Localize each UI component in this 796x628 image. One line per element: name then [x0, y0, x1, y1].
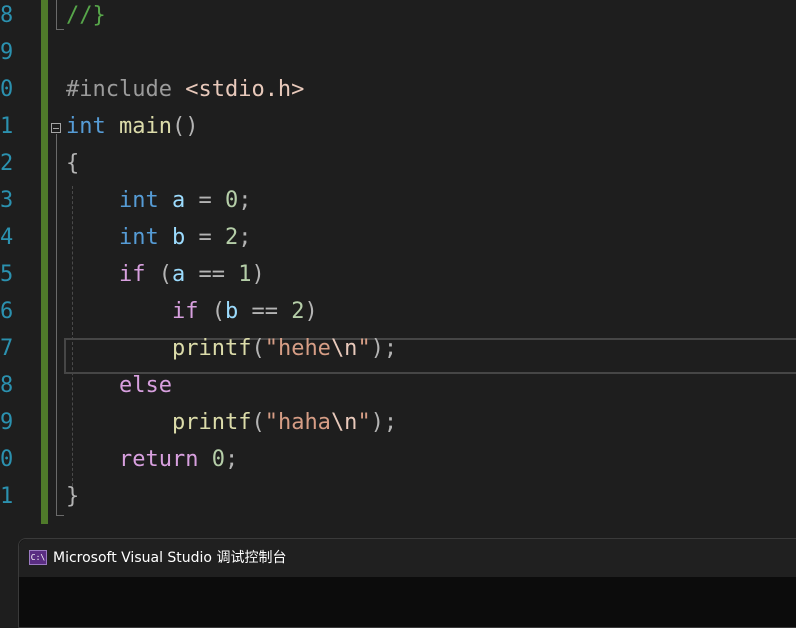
- code-token: (: [251, 410, 265, 435]
- code-token: }: [66, 484, 80, 509]
- code-token: "haha: [264, 410, 331, 435]
- code-token: #include: [66, 77, 186, 102]
- code-token: ==: [238, 299, 292, 324]
- code-token: ==: [185, 262, 239, 287]
- line-number: 4: [0, 225, 14, 250]
- code-line[interactable]: //}: [66, 0, 106, 34]
- code-token: if: [171, 299, 199, 324]
- code-token: (: [198, 299, 225, 324]
- code-line[interactable]: }: [66, 478, 79, 515]
- line-number: 9: [0, 40, 14, 65]
- line-number: 0: [0, 77, 14, 102]
- code-editor[interactable]: 89012345678901 //} #include <stdio.h> int …: [0, 0, 796, 540]
- code-token: =: [185, 225, 225, 250]
- console-title: Microsoft Visual Studio 调试控制台: [53, 550, 287, 566]
- code-token: ;: [238, 225, 252, 250]
- code-token: );: [370, 410, 398, 435]
- code-token: 0: [224, 188, 239, 213]
- code-line[interactable]: int a = 0;: [66, 182, 252, 219]
- code-token: ): [251, 262, 265, 287]
- code-token: int: [66, 114, 106, 139]
- debug-console-window[interactable]: C:\ Microsoft Visual Studio 调试控制台: [18, 538, 796, 628]
- code-token: {: [66, 151, 80, 176]
- line-number: 1: [0, 484, 14, 509]
- code-line[interactable]: printf("hehe\n");: [66, 330, 397, 367]
- code-line[interactable]: int main(): [66, 108, 198, 145]
- code-line[interactable]: int b = 2;: [66, 219, 252, 256]
- code-token: (: [145, 262, 172, 287]
- line-number: 0: [0, 447, 14, 472]
- line-number: 5: [0, 262, 14, 287]
- code-token: int: [118, 225, 159, 250]
- code-token: printf: [171, 410, 252, 435]
- code-token: printf: [171, 336, 252, 361]
- code-token: 0: [211, 447, 225, 472]
- fold-guide-top: [56, 0, 57, 29]
- console-icon: C:\: [29, 550, 47, 565]
- change-tracking-bar: [41, 0, 48, 524]
- code-token: ;: [224, 447, 239, 472]
- code-token: (: [251, 336, 265, 361]
- line-number: 2: [0, 151, 14, 176]
- code-token: "hehe: [264, 336, 331, 361]
- fold-guide-line: [56, 134, 57, 516]
- code-token: 2: [224, 225, 239, 250]
- code-token: int: [118, 188, 159, 213]
- code-token: else: [118, 373, 172, 398]
- code-token: <stdio.h>: [185, 77, 305, 102]
- code-token: \n: [330, 410, 358, 435]
- code-token: a: [171, 188, 186, 213]
- fold-guide-end: [56, 515, 64, 516]
- code-token: );: [370, 336, 398, 361]
- code-token: =: [185, 188, 225, 213]
- line-number: 8: [0, 373, 14, 398]
- console-titlebar[interactable]: C:\ Microsoft Visual Studio 调试控制台: [19, 539, 796, 577]
- code-token: \n: [330, 336, 358, 361]
- line-number: 7: [0, 336, 14, 361]
- line-number: 3: [0, 188, 14, 213]
- code-token: a: [171, 262, 186, 287]
- code-token: //}: [66, 3, 106, 28]
- code-token: if: [118, 262, 146, 287]
- code-token: (): [171, 114, 199, 139]
- code-line[interactable]: printf("haha\n");: [66, 404, 397, 441]
- line-number: 1: [0, 114, 14, 139]
- code-token: b: [224, 299, 239, 324]
- code-token: ": [357, 410, 371, 435]
- code-line[interactable]: if (a == 1): [66, 256, 265, 293]
- code-token: 1: [238, 262, 252, 287]
- code-token: b: [171, 225, 186, 250]
- code-token: ): [304, 299, 318, 324]
- code-line[interactable]: if (b == 2): [66, 293, 318, 330]
- code-line[interactable]: return 0;: [66, 441, 238, 478]
- code-token: main: [119, 114, 172, 139]
- code-line[interactable]: {: [66, 145, 79, 182]
- fold-guide-top-end: [56, 29, 64, 30]
- code-line[interactable]: #include <stdio.h>: [66, 71, 304, 108]
- line-number-gutter: 8 9 0 1 2 3 4 5 6 7 8 9 0 1: [0, 0, 40, 540]
- collapse-minus-box-icon[interactable]: [51, 123, 61, 133]
- code-line[interactable]: else: [66, 367, 172, 404]
- code-token: ;: [238, 188, 252, 213]
- code-token: 2: [291, 299, 305, 324]
- code-token: return: [118, 447, 199, 472]
- code-token: ": [357, 336, 371, 361]
- line-number: 6: [0, 299, 14, 324]
- line-number: 9: [0, 410, 14, 435]
- line-number: 8: [0, 3, 14, 28]
